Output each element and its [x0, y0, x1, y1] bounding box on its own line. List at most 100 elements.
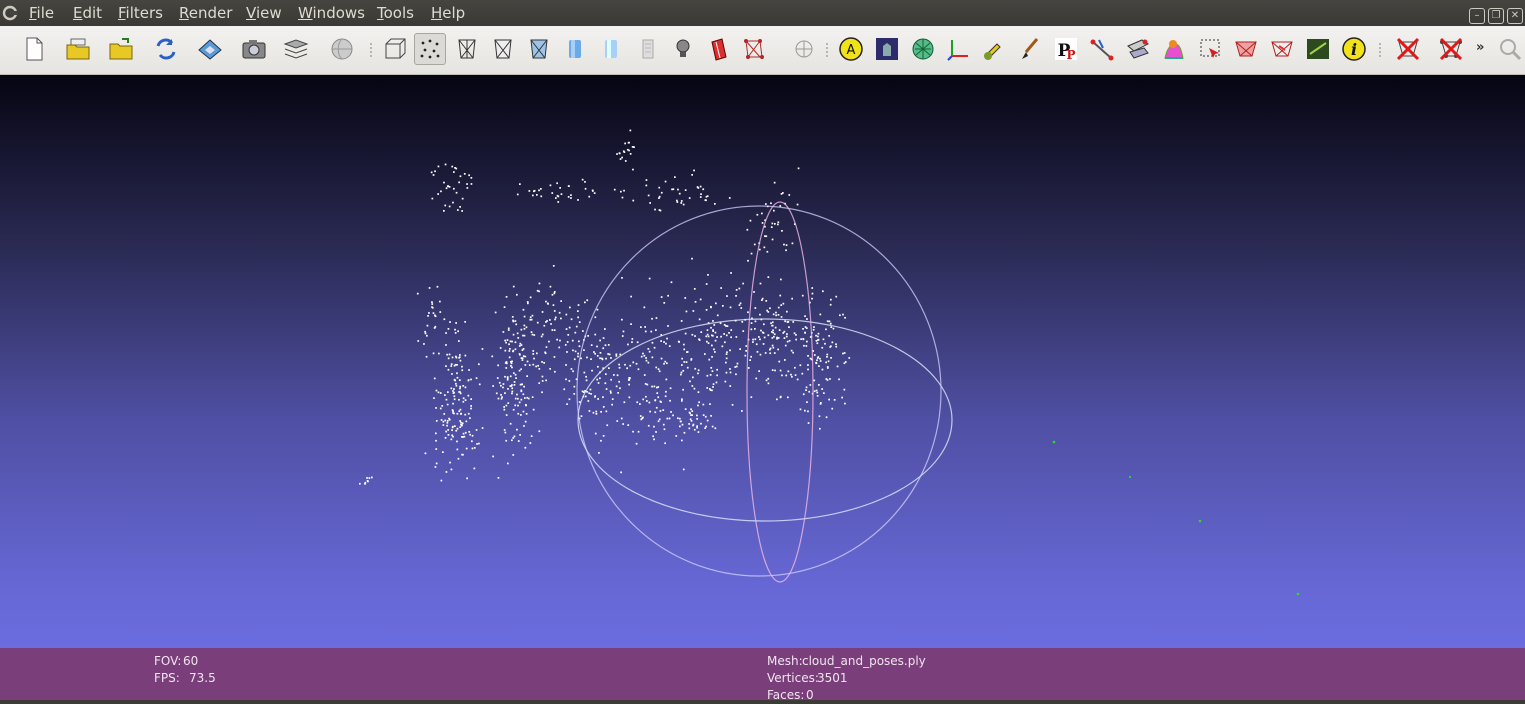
- cloud-point: [805, 386, 808, 389]
- cloud-point: [427, 315, 429, 317]
- cloud-point: [623, 189, 625, 192]
- cloud-point: [568, 326, 571, 329]
- cloud-point: [546, 320, 548, 322]
- vertex-color-icon[interactable]: [631, 33, 663, 65]
- cloud-point: [680, 420, 682, 423]
- cloud-point: [525, 326, 528, 329]
- cloud-point: [767, 311, 770, 313]
- cloud-point: [459, 354, 461, 356]
- menu-edit[interactable]: Edit: [73, 4, 102, 22]
- reload-icon[interactable]: [150, 33, 182, 65]
- cloud-point: [567, 334, 570, 336]
- points-render-icon[interactable]: [414, 33, 446, 65]
- menu-tools[interactable]: Tools: [377, 4, 414, 22]
- point-picker-icon[interactable]: PP: [1050, 33, 1082, 65]
- cloud-point: [442, 424, 445, 426]
- scene-canvas[interactable]: [0, 75, 1525, 648]
- cloud-point: [475, 377, 478, 379]
- cloud-point: [674, 176, 676, 178]
- cloud-point: [511, 384, 513, 386]
- annotation-icon[interactable]: A: [835, 33, 867, 65]
- axis-icon[interactable]: [943, 33, 975, 65]
- paint-icon[interactable]: [978, 33, 1010, 65]
- wireframe-icon[interactable]: [451, 33, 483, 65]
- cloud-point: [455, 322, 457, 324]
- render-options-icon[interactable]: [907, 33, 939, 65]
- cloud-point: [492, 385, 494, 387]
- menu-help[interactable]: Help: [431, 4, 465, 22]
- cloud-point: [618, 152, 621, 155]
- cloud-point: [574, 331, 577, 334]
- cloud-point: [806, 318, 808, 320]
- cloud-point: [808, 390, 811, 393]
- flat-icon[interactable]: [523, 33, 555, 65]
- texture-icon[interactable]: [595, 33, 627, 65]
- minimize-icon[interactable]: –: [1469, 8, 1485, 24]
- cloud-point: [471, 447, 474, 450]
- cloud-point: [773, 335, 775, 338]
- menu-render[interactable]: Render: [179, 4, 232, 22]
- cloud-point: [644, 383, 647, 385]
- trackball-icon[interactable]: [738, 33, 770, 65]
- cloud-point: [750, 322, 753, 324]
- menu-view[interactable]: View: [246, 4, 282, 22]
- axis-grid-icon[interactable]: [788, 33, 820, 65]
- cloud-point: [587, 400, 590, 402]
- light-bulb-icon[interactable]: [667, 33, 699, 65]
- cloud-point: [651, 385, 653, 388]
- zoom-icon[interactable]: [1494, 33, 1525, 65]
- info-icon[interactable]: i: [1338, 33, 1370, 65]
- flat-lines-icon[interactable]: [487, 33, 519, 65]
- color-mode-icon[interactable]: [703, 33, 735, 65]
- align-icon[interactable]: [1122, 33, 1154, 65]
- cloud-point: [602, 337, 605, 339]
- open-mesh-icon[interactable]: [105, 33, 137, 65]
- cloud-point: [841, 396, 843, 399]
- open-project-icon[interactable]: [62, 33, 94, 65]
- cloud-point: [549, 368, 551, 370]
- select-connected-icon[interactable]: [1266, 33, 1298, 65]
- restore-icon[interactable]: ❐: [1488, 8, 1504, 24]
- delete-faces-icon[interactable]: [1392, 33, 1424, 65]
- menu-filters[interactable]: Filters: [118, 4, 163, 22]
- close-icon[interactable]: ✕: [1507, 8, 1523, 24]
- measure-icon[interactable]: [1086, 33, 1118, 65]
- cloud-point: [762, 343, 765, 345]
- toolbar-overflow-button[interactable]: »: [1476, 40, 1484, 55]
- edit-quality-icon[interactable]: [1302, 33, 1334, 65]
- menu-windows[interactable]: Windows: [298, 4, 365, 22]
- cloud-point: [707, 274, 709, 276]
- trackball-gizmo[interactable]: [576, 201, 953, 583]
- cloud-point: [467, 412, 470, 415]
- brush-icon[interactable]: [1014, 33, 1046, 65]
- select-vertices-icon[interactable]: [1230, 33, 1262, 65]
- cloud-point: [417, 340, 420, 342]
- cloud-point: [616, 420, 619, 422]
- delete-vertices-icon[interactable]: [1435, 33, 1467, 65]
- cloud-point: [454, 167, 456, 169]
- 3d-viewport[interactable]: [0, 75, 1525, 648]
- raster-icon[interactable]: [1158, 33, 1190, 65]
- layers-icon[interactable]: [280, 33, 312, 65]
- cloud-point: [610, 392, 612, 394]
- snapshot-icon[interactable]: [238, 33, 270, 65]
- bounding-box-icon[interactable]: [379, 33, 411, 65]
- cloud-point: [772, 346, 775, 349]
- cloud-point: [447, 391, 449, 393]
- cloud-point: [746, 228, 749, 231]
- select-faces-icon[interactable]: [1194, 33, 1226, 65]
- new-file-icon[interactable]: [18, 33, 50, 65]
- save-icon[interactable]: [194, 33, 226, 65]
- cloud-point: [570, 194, 572, 196]
- cloud-point: [642, 398, 645, 401]
- sphere-render-icon[interactable]: [326, 33, 358, 65]
- cloud-point: [816, 342, 819, 345]
- menu-file[interactable]: File: [29, 4, 54, 22]
- cloud-point: [615, 353, 618, 356]
- ambient-occlusion-icon[interactable]: [871, 33, 903, 65]
- cloud-point: [532, 350, 535, 352]
- vertices-count: 3501: [817, 671, 848, 685]
- cloud-point: [722, 305, 724, 307]
- smooth-icon[interactable]: [559, 33, 591, 65]
- cloud-point: [791, 375, 793, 378]
